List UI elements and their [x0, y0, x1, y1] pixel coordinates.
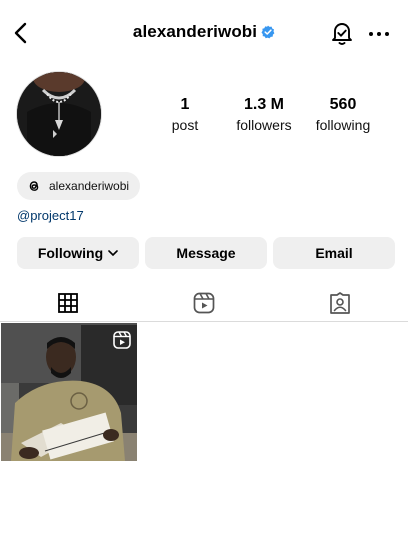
tab-grid[interactable]: [0, 287, 136, 323]
following-label: following: [315, 117, 371, 133]
profile-tabs: [0, 287, 408, 323]
tab-tagged[interactable]: [272, 287, 408, 323]
following-count: 560: [329, 96, 357, 113]
verified-badge-icon: [261, 25, 275, 39]
followers-count: 1.3 M: [243, 96, 284, 113]
stat-following[interactable]: 560 following: [303, 96, 383, 134]
email-button[interactable]: Email: [273, 237, 395, 269]
grid-icon: [58, 293, 78, 313]
notification-bell-icon[interactable]: [330, 20, 354, 46]
email-button-label: Email: [315, 245, 353, 261]
following-button[interactable]: Following: [17, 237, 139, 269]
bio-mention-link[interactable]: @project17: [17, 208, 84, 223]
posts-count: 1: [180, 96, 190, 113]
following-button-label: Following: [37, 245, 104, 261]
stat-followers[interactable]: 1.3 M followers: [224, 96, 304, 134]
reels-icon: [193, 292, 215, 314]
tab-reels[interactable]: [136, 287, 272, 323]
posts-label: post: [171, 117, 199, 133]
more-options-icon[interactable]: [368, 30, 390, 38]
post-thumbnail[interactable]: [1, 323, 137, 461]
username: alexanderiwobi: [132, 22, 258, 41]
top-bar: alexanderiwobi: [0, 0, 408, 64]
threads-icon: [29, 181, 39, 191]
threads-profile-link[interactable]: alexanderiwobi: [17, 172, 140, 200]
tabs-divider: [0, 321, 408, 322]
threads-handle: alexanderiwobi: [49, 179, 130, 193]
message-button[interactable]: Message: [145, 237, 267, 269]
avatar-photo: [17, 72, 101, 156]
stat-posts[interactable]: 1 post: [145, 96, 225, 134]
reel-badge-icon: [113, 331, 131, 349]
profile-avatar[interactable]: [17, 72, 101, 156]
followers-label: followers: [236, 117, 292, 133]
message-button-label: Message: [176, 245, 236, 261]
tagged-icon: [330, 292, 350, 314]
chevron-down-icon: [108, 250, 118, 256]
